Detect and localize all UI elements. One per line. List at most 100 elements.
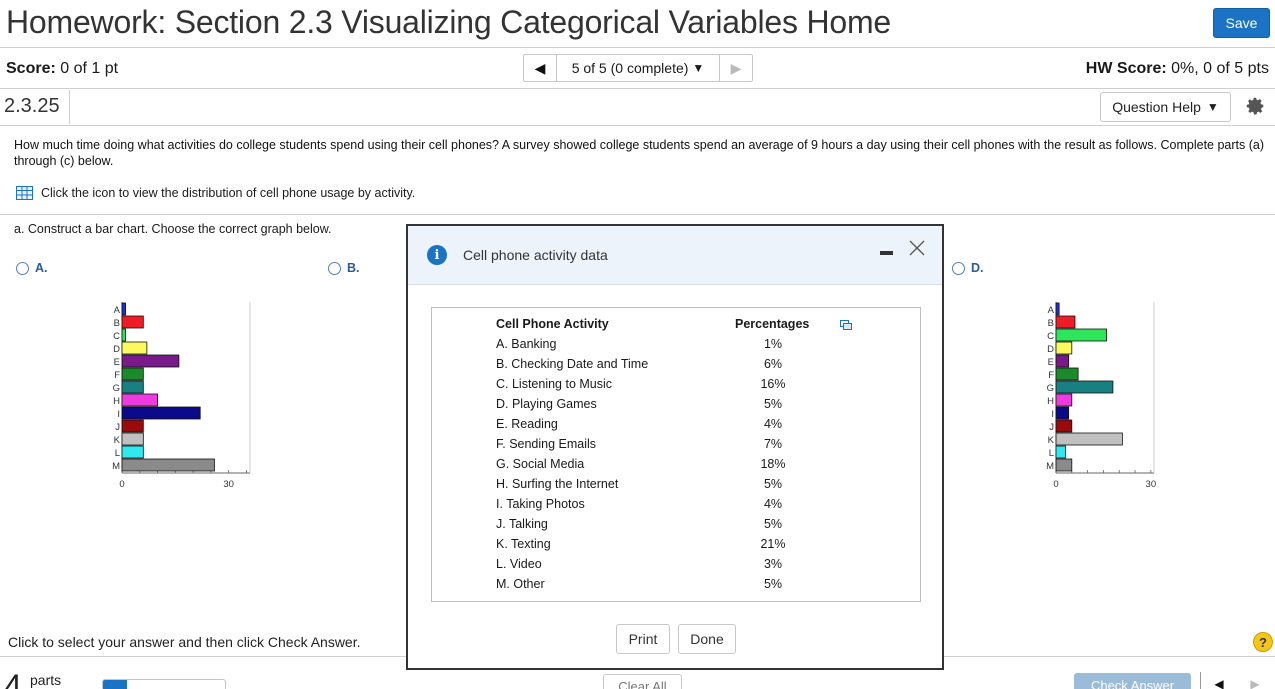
radio-button[interactable] bbox=[16, 261, 29, 275]
table-row: I. Taking Photos 4% bbox=[432, 497, 920, 517]
question-prompt: How much time doing what activities do c… bbox=[14, 138, 1265, 168]
done-button[interactable]: Done bbox=[678, 624, 736, 654]
table-row: B. Checking Date and Time 6% bbox=[432, 357, 920, 377]
x-tick-label: 0 bbox=[1053, 479, 1058, 490]
bar bbox=[1055, 328, 1107, 342]
activity-cell: A. Banking bbox=[496, 337, 557, 351]
percentage-cell: 18% bbox=[760, 457, 786, 471]
close-icon[interactable] bbox=[908, 239, 926, 257]
category-label: I bbox=[1051, 409, 1054, 420]
table-row: E. Reading 4% bbox=[432, 417, 920, 437]
activity-cell: J. Talking bbox=[496, 517, 548, 531]
category-label: C bbox=[1047, 331, 1054, 342]
bar bbox=[121, 432, 144, 446]
radio-button[interactable] bbox=[952, 261, 965, 275]
category-label: L bbox=[115, 448, 120, 459]
score-display: Score: 0 of 1 pt bbox=[6, 60, 118, 78]
percentage-cell: 7% bbox=[763, 437, 783, 451]
print-button[interactable]: Print bbox=[616, 624, 670, 654]
bar-chart-option-d[interactable]: ABCDEFGHIJKLM 0 30 bbox=[1038, 298, 1168, 492]
help-icon[interactable]: ? bbox=[1253, 632, 1273, 652]
option-d[interactable]: D. bbox=[952, 261, 984, 275]
bar bbox=[121, 367, 144, 381]
footer-instruction: Click to select your answer and then cli… bbox=[8, 634, 361, 650]
next-question-button[interactable]: ▶ bbox=[720, 55, 752, 81]
category-label: A bbox=[1048, 305, 1055, 316]
percentage-cell: 1% bbox=[763, 337, 783, 351]
bar bbox=[121, 341, 148, 355]
divider bbox=[0, 47, 1275, 48]
category-label: F bbox=[114, 370, 120, 381]
table-row: F. Sending Emails 7% bbox=[432, 437, 920, 457]
category-label: M bbox=[112, 461, 120, 472]
bar bbox=[121, 302, 126, 316]
activity-cell: B. Checking Date and Time bbox=[496, 357, 649, 371]
category-label: I bbox=[117, 409, 120, 420]
table-row: L. Video 3% bbox=[432, 557, 920, 577]
table-icon[interactable] bbox=[16, 186, 33, 200]
activity-cell: L. Video bbox=[496, 557, 542, 571]
question-help-button[interactable]: Question Help ▼ bbox=[1100, 92, 1231, 122]
info-icon: i bbox=[427, 245, 447, 265]
table-row: G. Social Media 18% bbox=[432, 457, 920, 477]
table-row: H. Surfing the Internet 5% bbox=[432, 477, 920, 497]
category-label: E bbox=[1048, 357, 1054, 368]
option-a[interactable]: A. bbox=[16, 261, 48, 275]
table-row: C. Listening to Music 16% bbox=[432, 377, 920, 397]
option-a-label: A. bbox=[35, 261, 48, 275]
percentage-cell: 3% bbox=[763, 557, 783, 571]
category-label: D bbox=[113, 344, 120, 355]
parts-count: 4 bbox=[4, 668, 22, 689]
category-label: F bbox=[1048, 370, 1054, 381]
bar bbox=[1055, 406, 1070, 420]
percentage-cell: 5% bbox=[763, 477, 783, 491]
divider bbox=[0, 214, 1275, 215]
bar bbox=[1055, 393, 1073, 407]
bar bbox=[1055, 302, 1060, 316]
copy-icon[interactable] bbox=[840, 320, 852, 331]
parts-label: parts bbox=[30, 672, 62, 688]
percentage-cell: 5% bbox=[763, 517, 783, 531]
triangle-left-icon[interactable]: ◀ bbox=[1201, 672, 1237, 689]
data-table: Cell Phone Activity Percentages A. Banki… bbox=[431, 307, 921, 602]
bar bbox=[121, 380, 144, 394]
gear-icon[interactable] bbox=[1244, 95, 1266, 117]
column-header-percentages: Percentages bbox=[735, 317, 810, 331]
bar-chart-option-a[interactable]: ABCDEFGHIJKLM 0 30 bbox=[104, 298, 254, 492]
category-label: G bbox=[1047, 383, 1054, 394]
percentage-cell: 16% bbox=[760, 377, 786, 391]
hw-score-display: HW Score: 0%, 0 of 5 pts bbox=[1086, 60, 1269, 78]
minimize-icon[interactable] bbox=[880, 251, 893, 255]
bar bbox=[1055, 445, 1066, 459]
parts-progress-bar bbox=[102, 679, 226, 689]
part-a-instruction: a. Construct a bar chart. Choose the cor… bbox=[14, 222, 332, 236]
question-selector[interactable]: 5 of 5 (0 complete) ▼ bbox=[556, 55, 720, 81]
data-table-link[interactable]: Click the icon to view the distribution … bbox=[16, 186, 415, 200]
bar bbox=[121, 458, 215, 472]
option-b[interactable]: B. bbox=[328, 261, 360, 275]
bar bbox=[1055, 458, 1073, 472]
activity-cell: E. Reading bbox=[496, 417, 558, 431]
category-label: H bbox=[1047, 396, 1054, 407]
bar bbox=[121, 328, 126, 342]
triangle-down-icon: ▼ bbox=[1206, 100, 1219, 114]
bar bbox=[121, 419, 144, 433]
category-label: J bbox=[115, 422, 120, 433]
hw-score-value: 0%, 0 of 5 pts bbox=[1171, 60, 1269, 77]
clear-all-button[interactable]: Clear All bbox=[603, 674, 682, 689]
previous-question-button[interactable]: ◀ bbox=[524, 55, 556, 81]
activity-cell: K. Texting bbox=[496, 537, 551, 551]
activity-cell: I. Taking Photos bbox=[496, 497, 585, 511]
triangle-right-icon: ▶ bbox=[730, 59, 742, 76]
triangle-left-icon: ◀ bbox=[534, 59, 546, 76]
bar bbox=[1055, 419, 1073, 433]
data-table-link-text: Click the icon to view the distribution … bbox=[41, 186, 416, 200]
save-button[interactable]: Save bbox=[1213, 8, 1270, 38]
percentage-cell: 4% bbox=[763, 497, 783, 511]
triangle-right-icon[interactable]: ▶ bbox=[1237, 672, 1273, 689]
check-answer-button[interactable]: Check Answer bbox=[1074, 673, 1191, 689]
bar bbox=[121, 445, 144, 459]
radio-button[interactable] bbox=[328, 261, 341, 275]
x-tick-label: 0 bbox=[119, 479, 124, 490]
score-value: 0 of 1 pt bbox=[60, 60, 119, 77]
